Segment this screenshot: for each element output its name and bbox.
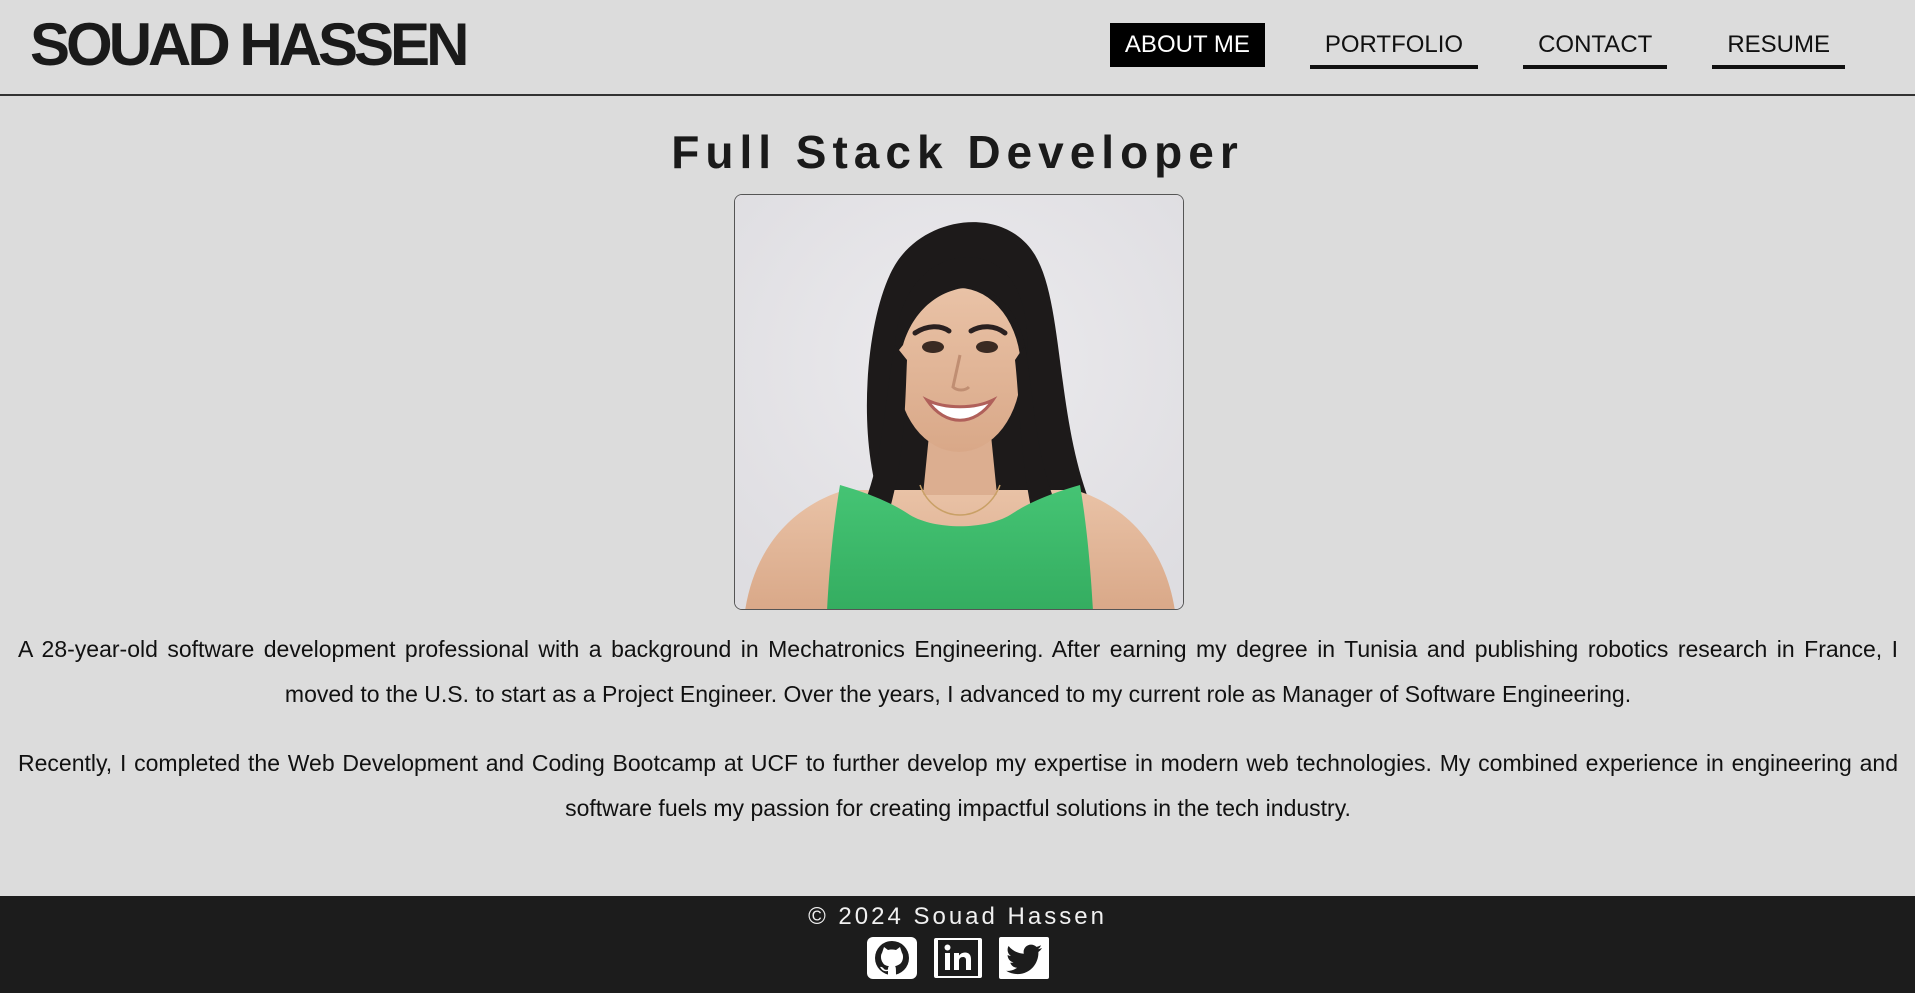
- about-section: Full Stack Developer A 28-year-old softw…: [0, 96, 1915, 896]
- copyright-text: © 2024 Souad Hassen: [808, 903, 1107, 930]
- nav-resume[interactable]: RESUME: [1712, 24, 1845, 69]
- nav-contact[interactable]: CONTACT: [1523, 24, 1668, 69]
- profile-photo: [734, 194, 1184, 610]
- linkedin-icon[interactable]: [932, 936, 984, 980]
- profile-photo-illustration: [735, 195, 1183, 609]
- bio-paragraph-2: Recently, I completed the Web Developmen…: [18, 750, 1898, 821]
- page-title: Full Stack Developer: [671, 126, 1244, 178]
- bio-paragraph-1: A 28-year-old software development profe…: [18, 636, 1898, 707]
- nav-about-me[interactable]: ABOUT ME: [1109, 22, 1265, 67]
- site-header: SOUAD HASSEN ABOUT ME PORTFOLIO CONTACT …: [0, 0, 1915, 96]
- site-name[interactable]: SOUAD HASSEN: [30, 10, 469, 80]
- twitter-icon[interactable]: [998, 936, 1050, 980]
- github-icon[interactable]: [866, 936, 918, 980]
- main-nav: ABOUT ME PORTFOLIO CONTACT RESUME: [1109, 22, 1845, 69]
- social-links: [0, 936, 1915, 980]
- site-footer: © 2024 Souad Hassen: [0, 896, 1915, 993]
- nav-portfolio[interactable]: PORTFOLIO: [1309, 24, 1479, 69]
